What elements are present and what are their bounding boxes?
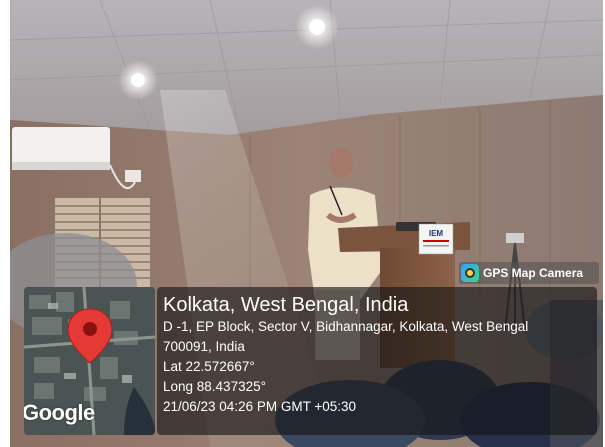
photo-frame: IEM GPS Map Camera Google Kolkata, West … <box>10 0 603 447</box>
longitude-text: Long 88.437325° <box>163 379 266 394</box>
gps-map-camera-logo-icon <box>461 264 479 282</box>
address-line-2: 700091, India <box>163 339 245 354</box>
gps-map-camera-badge: GPS Map Camera <box>459 262 599 284</box>
podium-sign-text: IEM <box>429 229 444 238</box>
gps-app-name: GPS Map Camera <box>483 266 584 280</box>
location-city: Kolkata, West Bengal, India <box>163 294 409 316</box>
timestamp-text: 21/06/23 04:26 PM GMT +05:30 <box>163 399 357 414</box>
latitude-text: Lat 22.572667° <box>163 359 255 374</box>
address-line-1: D -1, EP Block, Sector V, Bidhannagar, K… <box>163 319 529 334</box>
location-info-card: Kolkata, West Bengal, India D -1, EP Blo… <box>157 287 597 435</box>
google-wordmark: Google <box>24 400 95 425</box>
map-thumbnail: Google <box>24 287 155 435</box>
